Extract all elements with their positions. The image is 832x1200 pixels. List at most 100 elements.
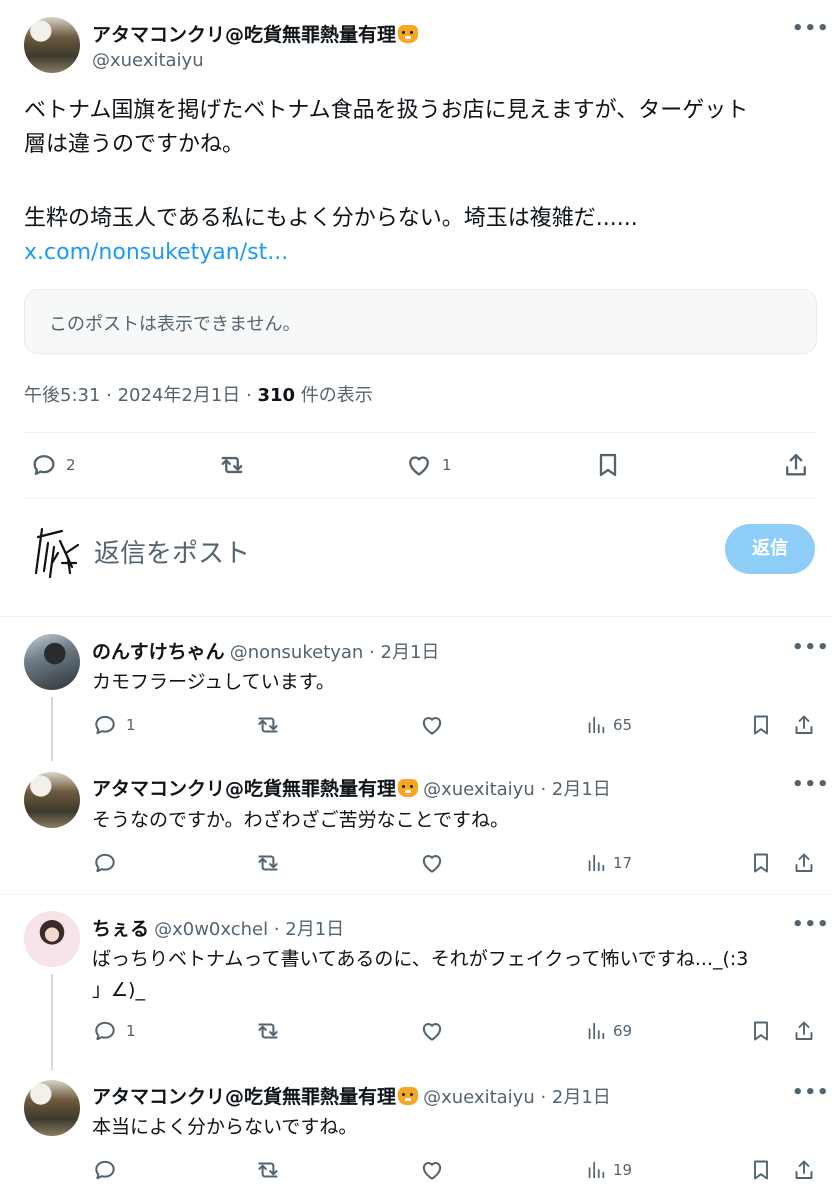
reply-avatar[interactable] [24,772,80,828]
reply-action-share[interactable] [792,1018,816,1044]
heart-icon [422,717,442,735]
reply-action-views[interactable]: 69 [585,1020,632,1042]
bookmark-icon [754,715,768,735]
reply-icon [95,853,115,873]
views-count: 65 [613,716,633,734]
reply-submit-button[interactable]: 返信 [725,524,815,574]
heart-icon [409,456,429,476]
reply-count: 2 [66,456,76,474]
repost-icon [258,1162,278,1178]
tweet-time[interactable]: 午後5:31 · 2024年2月1日 · [24,385,257,406]
tiger-emoji-icon [398,25,419,43]
share-icon [795,1021,813,1040]
reply-header: のんすけちゃん @nonsuketyan · 2月1日 [92,637,439,664]
reply-header: アタマコンクリ@吃貨無罪熱量有理 @xuexitaiyu · 2月1日 [92,774,611,801]
reply-avatar[interactable] [24,1080,80,1136]
views-chart-icon [588,1022,605,1040]
author-avatar[interactable] [24,17,80,73]
reply-author-name[interactable]: アタマコンクリ@吃貨無罪熱量有理 [92,1086,396,1108]
reply-icon [95,1160,115,1180]
reply-text-line-1: ばっちりベトナムって書いてあるのに、それがフェイクって怖いですね..._(:3 [92,948,749,970]
views-chart-icon [588,716,605,734]
repost-icon [258,1023,278,1039]
heart-icon [422,1023,442,1041]
reply-author-name[interactable]: ちぇる [92,918,149,940]
tweet-meta: 午後5:31 · 2024年2月1日 · 310 件の表示 [24,381,373,407]
reply-author-handle[interactable]: @x0w0xchel · 2月1日 [154,919,344,940]
author-name[interactable]: アタマコンクリ@吃貨無罪熱量有理 [92,20,419,47]
reply-avatar[interactable] [24,911,80,967]
more-options-icon[interactable]: ••• [792,914,830,935]
views-label: 件の表示 [295,385,373,406]
tweet-text-line-3: 生粋の埼玉人である私にもよく分からない。埼玉は複雑だ...... [24,206,638,231]
reply-action-reply[interactable]: 1 [92,712,136,738]
reply-avatar[interactable] [24,634,80,690]
my-avatar[interactable] [32,523,82,579]
reply-action-repost[interactable] [254,1157,282,1183]
reply-action-repost[interactable] [254,1018,282,1044]
more-options-icon[interactable]: ••• [792,774,830,795]
reply-author-handle[interactable]: @xuexitaiyu · 2月1日 [423,1087,611,1108]
bookmark-button[interactable] [594,451,622,479]
share-button[interactable] [782,451,810,479]
share-icon [795,853,813,872]
share-icon [795,1160,813,1179]
reply-author-name[interactable]: のんすけちゃん [92,641,225,663]
bookmark-icon [754,1021,768,1041]
divider [0,894,832,895]
reply-action-reply[interactable] [92,1157,118,1183]
repost-button[interactable] [217,451,247,479]
repost-icon [221,456,243,474]
tweet-text-line-2: 層は違うのですかね。 [24,132,245,157]
views-count: 69 [613,1022,633,1040]
reply-action-repost[interactable] [254,712,282,738]
more-options-icon[interactable]: ••• [792,18,830,39]
thread-line [51,974,53,1070]
author-handle[interactable]: @xuexitaiyu [92,50,204,71]
reply-author-handle[interactable]: @nonsuketyan · 2月1日 [230,642,440,663]
bookmark-icon [599,453,617,477]
reply-action-views[interactable]: 17 [585,852,632,874]
reply-action-repost[interactable] [254,850,282,876]
repost-icon [258,855,278,871]
reply-action-bookmark[interactable] [749,850,773,876]
bookmark-icon [754,1160,768,1180]
reply-action-like[interactable] [419,1018,445,1044]
reply-action-reply[interactable] [92,850,118,876]
tiger-emoji-icon [398,1087,419,1105]
reply-action-share[interactable] [792,712,816,738]
reply-action-like[interactable] [419,850,445,876]
more-options-icon[interactable]: ••• [792,637,830,658]
tweet-text-line-1: ベトナム国旗を掲げたベトナム食品を扱うお店に見えますが、ターゲット [24,98,749,123]
reply-text: カモフラージュしています。 [92,671,335,693]
heart-icon [422,855,442,873]
divider [24,498,817,499]
views-chart-icon [588,1161,605,1179]
reply-icon [95,715,115,735]
reply-text: そうなのですか。わざわざご苦労なことですね。 [92,809,510,831]
reply-button[interactable]: 2 [30,451,76,479]
like-button[interactable]: 1 [404,451,452,479]
reply-action-share[interactable] [792,850,816,876]
reply-action-like[interactable] [419,1157,445,1183]
reply-action-bookmark[interactable] [749,712,773,738]
views-count: 19 [613,1161,633,1179]
reply-action-share[interactable] [792,1157,816,1183]
more-options-icon[interactable]: ••• [792,1082,830,1103]
reply-action-like[interactable] [419,712,445,738]
reply-compose-input[interactable]: 返信をポスト [94,533,250,570]
views-chart-icon [588,854,605,872]
reply-author-name[interactable]: アタマコンクリ@吃貨無罪熱量有理 [92,778,396,800]
divider [0,616,832,617]
tweet-link[interactable]: x.com/nonsuketyan/st... [24,236,288,270]
reply-action-views[interactable]: 19 [585,1159,632,1181]
share-icon [795,715,813,734]
reply-header: アタマコンクリ@吃貨無罪熱量有理 @xuexitaiyu · 2月1日 [92,1082,611,1109]
reply-action-bookmark[interactable] [749,1157,773,1183]
reply-author-handle[interactable]: @xuexitaiyu · 2月1日 [423,779,611,800]
quote-unavailable-box: このポストは表示できません。 [24,289,817,354]
reply-text: 本当によく分からないですね。 [92,1116,358,1138]
reply-action-bookmark[interactable] [749,1018,773,1044]
reply-action-views[interactable]: 65 [585,714,632,736]
reply-action-reply[interactable]: 1 [92,1018,136,1044]
